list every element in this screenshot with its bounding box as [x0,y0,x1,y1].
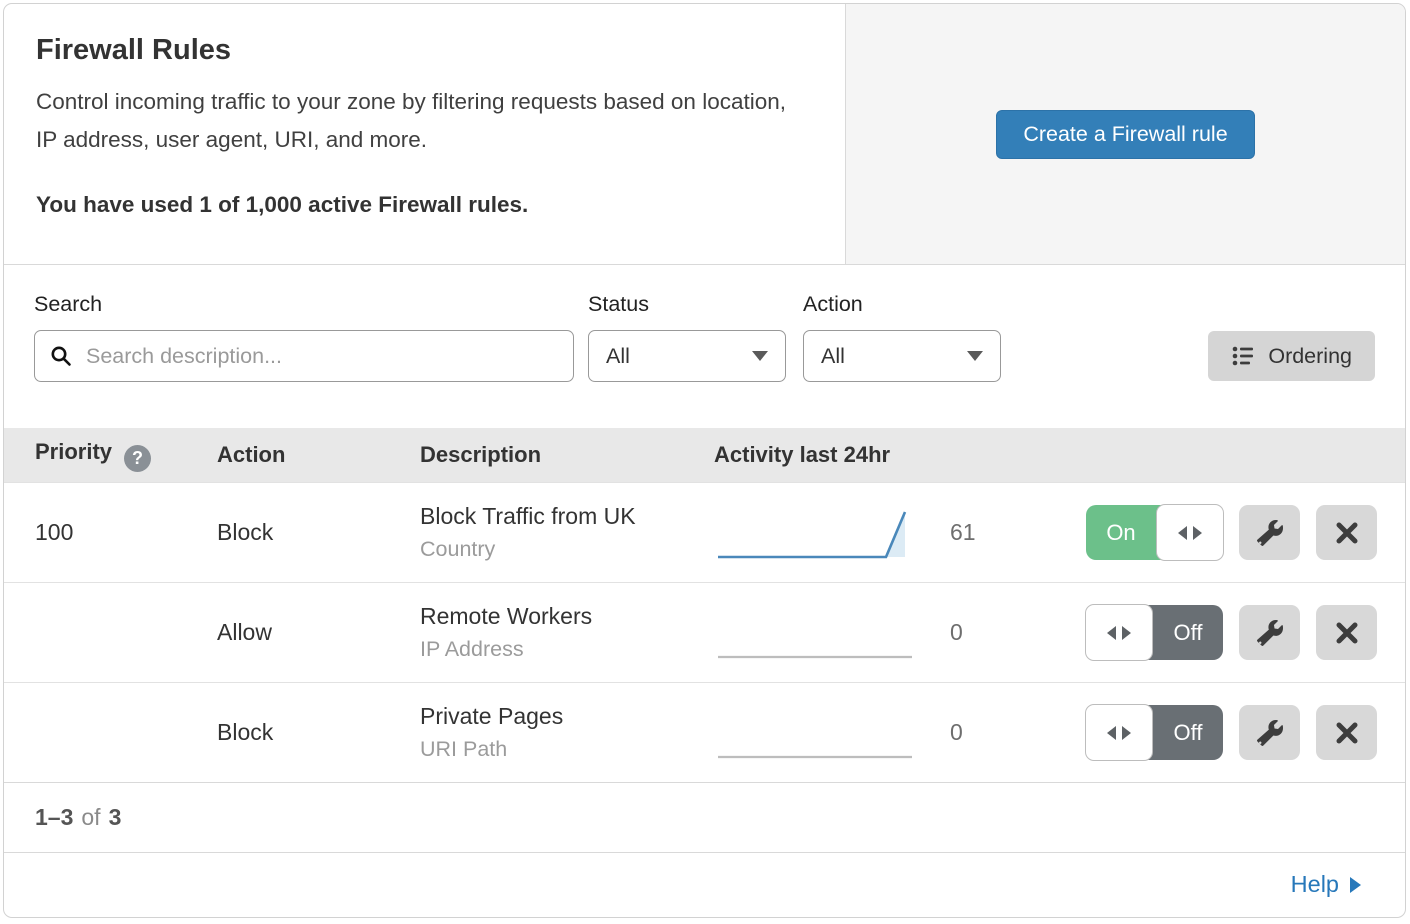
usage-note: You have used 1 of 1,000 active Firewall… [36,192,813,218]
rule-controls-cell: Off [1048,605,1405,660]
close-icon [1335,521,1359,545]
toggle-arrows-icon [1107,726,1116,740]
rule-description-cell: Remote Workers IP Address [389,603,683,662]
activity-sparkline [714,505,914,561]
ordering-button[interactable]: Ordering [1208,331,1375,381]
rule-activity-cell: 61 [683,505,1048,561]
rule-action: Block [186,719,389,746]
status-label: Status [588,292,786,317]
help-arrow-icon [1350,877,1361,893]
activity-count: 61 [950,519,976,546]
rule-description-cell: Block Traffic from UK Country [389,503,683,562]
edit-rule-button[interactable] [1239,605,1300,660]
activity-sparkline [714,605,914,661]
search-box[interactable] [34,330,574,382]
rule-controls-cell: On [1048,505,1405,560]
delete-rule-button[interactable] [1316,705,1377,760]
status-selected-value: All [606,344,630,369]
close-icon [1335,621,1359,645]
table-row: 100 Block Block Traffic from UK Country … [4,482,1405,582]
delete-rule-button[interactable] [1316,505,1377,560]
wrench-icon [1257,620,1283,646]
delete-rule-button[interactable] [1316,605,1377,660]
table-row: Block Private Pages URI Path 0 Off [4,682,1405,782]
toggle-state-label: Off [1153,705,1223,760]
pagination-bar: 1–3 of 3 [4,782,1405,852]
pagination-of: of [81,804,100,831]
rule-action: Block [186,519,389,546]
rule-match-type: Country [420,537,683,562]
activity-count: 0 [950,619,963,646]
rule-enabled-toggle[interactable]: On [1086,505,1223,560]
pagination-range: 1–3 [35,804,73,831]
page-description: Control incoming traffic to your zone by… [36,83,801,160]
search-icon [49,344,73,368]
toggle-arrows-icon [1107,626,1116,640]
edit-rule-button[interactable] [1239,705,1300,760]
column-header-priority: Priority? [4,439,186,472]
rule-match-type: IP Address [420,637,683,662]
rule-enabled-toggle[interactable]: Off [1086,705,1223,760]
rule-activity-cell: 0 [683,605,1048,661]
search-label: Search [34,292,574,317]
close-icon [1335,721,1359,745]
pagination-total: 3 [109,804,122,831]
page-title: Firewall Rules [36,34,813,67]
caret-down-icon [752,351,768,361]
edit-rule-button[interactable] [1239,505,1300,560]
toggle-arrows-icon [1122,626,1131,640]
toggle-state-label: Off [1153,605,1223,660]
action-label: Action [803,292,1001,317]
toggle-state-label: On [1086,505,1156,560]
help-circle-icon[interactable]: ? [124,445,151,472]
wrench-icon [1257,720,1283,746]
column-header-action: Action [186,442,389,468]
rule-priority: 100 [4,519,186,546]
toggle-arrows-icon [1193,526,1202,540]
firewall-rules-card: Firewall Rules Control incoming traffic … [3,3,1406,918]
toggle-handle[interactable] [1085,604,1153,661]
toggle-arrows-icon [1122,726,1131,740]
rule-activity-cell: 0 [683,705,1048,761]
rule-description: Block Traffic from UK [420,503,683,530]
column-header-description: Description [389,442,683,468]
wrench-icon [1257,520,1283,546]
help-link-label: Help [1291,871,1339,898]
toggle-arrows-icon [1178,526,1187,540]
rule-description-cell: Private Pages URI Path [389,703,683,762]
header-section: Firewall Rules Control incoming traffic … [4,4,1405,265]
search-input[interactable] [84,343,559,370]
rule-enabled-toggle[interactable]: Off [1086,605,1223,660]
help-link[interactable]: Help [1291,871,1361,898]
toggle-handle[interactable] [1156,504,1224,561]
rule-description: Remote Workers [420,603,683,630]
activity-sparkline [714,705,914,761]
action-filter-group: Action All [803,292,1001,382]
table-header-row: Priority? Action Description Activity la… [4,428,1405,482]
ordering-list-icon [1231,344,1255,368]
toggle-handle[interactable] [1085,704,1153,761]
ordering-button-label: Ordering [1268,344,1352,369]
caret-down-icon [967,351,983,361]
status-filter-group: Status All [588,292,786,382]
status-select[interactable]: All [588,330,786,382]
table-row: Allow Remote Workers IP Address 0 Off [4,582,1405,682]
action-selected-value: All [821,344,845,369]
create-firewall-rule-button[interactable]: Create a Firewall rule [996,110,1254,159]
action-select[interactable]: All [803,330,1001,382]
header-action-panel: Create a Firewall rule [845,4,1405,264]
header-text-block: Firewall Rules Control incoming traffic … [4,4,845,264]
search-filter-group: Search [34,292,574,382]
footer-bar: Help [4,852,1405,916]
rule-match-type: URI Path [420,737,683,762]
column-header-activity: Activity last 24hr [683,442,1048,468]
activity-count: 0 [950,719,963,746]
filter-bar: Search Status All Action All [4,265,1405,428]
rule-description: Private Pages [420,703,683,730]
rule-controls-cell: Off [1048,705,1405,760]
rule-action: Allow [186,619,389,646]
